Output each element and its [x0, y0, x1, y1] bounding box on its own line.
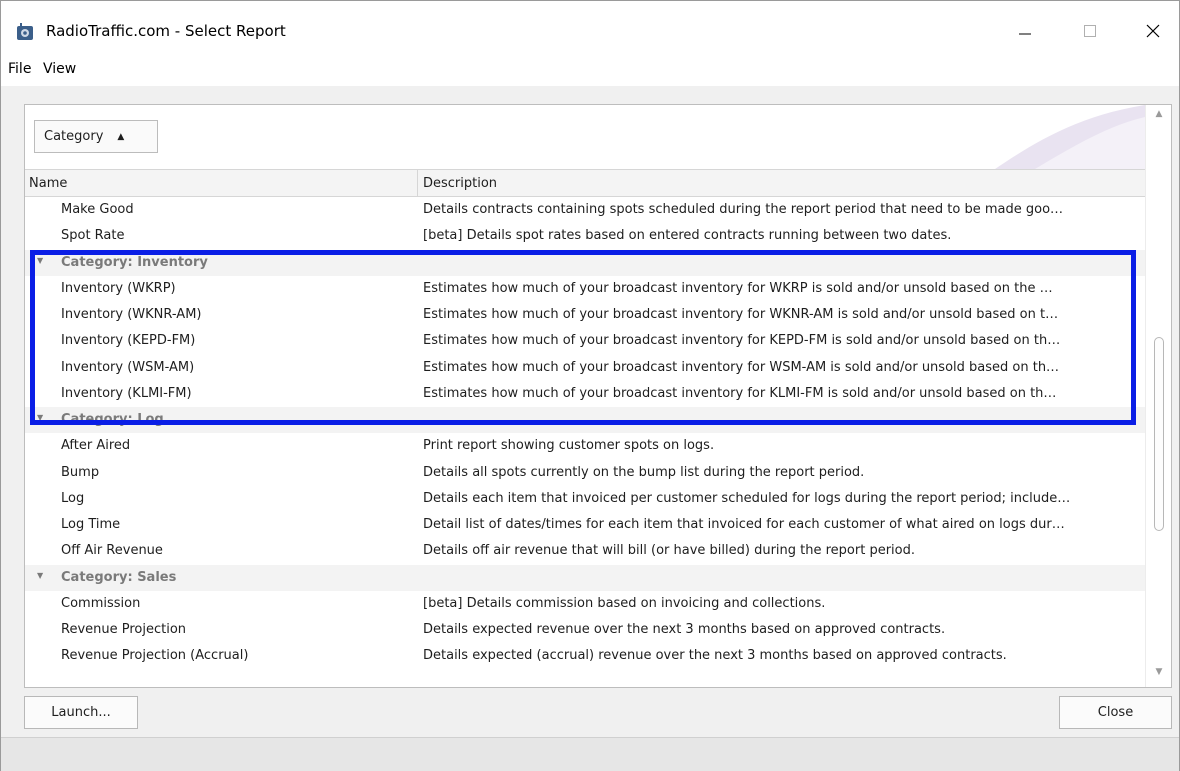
row-name: Revenue Projection [61, 622, 187, 637]
table-row[interactable]: Spot Rate [beta] Details spot rates base… [25, 223, 1145, 249]
maximize-icon [1084, 25, 1096, 37]
row-name: Spot Rate [61, 228, 125, 244]
group-by-panel: Category ▲ [25, 105, 1145, 169]
row-description: Estimates how much of your broadcast inv… [423, 359, 1060, 375]
group-row-sales[interactable]: ▼ Category: Sales [25, 564, 1145, 591]
launch-button[interactable]: Launch... [24, 696, 138, 729]
close-button[interactable]: Close [1059, 696, 1172, 729]
row-name: After Aired [61, 438, 131, 454]
row-description: Estimates how much of your broadcast inv… [423, 280, 1053, 296]
window-title: RadioTraffic.com - Select Report [46, 22, 286, 40]
report-grid: Category ▲ Name Description Make Good De… [24, 104, 1172, 688]
category-group-chip[interactable]: Category ▲ [34, 120, 158, 153]
row-name: Inventory (WSM-AM) [61, 359, 195, 375]
row-description: Details expected revenue over the next 3… [423, 622, 946, 637]
group-row-inventory[interactable]: ▼ Category: Inventory [25, 249, 1145, 276]
grid-rows: Make Good Details contracts containing s… [25, 197, 1145, 670]
row-description: Details contracts containing spots sched… [423, 202, 1064, 217]
column-name-header[interactable]: Name [29, 176, 67, 191]
row-description: Details each item that invoiced per cust… [423, 490, 1071, 506]
table-row[interactable]: Inventory (WKRP) Estimates how much of y… [25, 276, 1145, 302]
decorative-swoosh [995, 105, 1145, 169]
table-row[interactable]: Commission [beta] Details commission bas… [25, 591, 1145, 617]
title-bar: RadioTraffic.com - Select Report [0, 0, 1180, 56]
table-row[interactable]: Revenue Projection Details expected reve… [25, 617, 1145, 643]
collapse-chevron-icon[interactable]: ▼ [37, 571, 43, 580]
table-row[interactable]: Bump Details all spots currently on the … [25, 460, 1145, 486]
column-header: Name Description [25, 169, 1145, 197]
row-name: Revenue Projection (Accrual) [61, 648, 249, 664]
scroll-down-icon[interactable]: ▼ [1146, 667, 1171, 683]
maximize-button[interactable] [1062, 9, 1118, 53]
close-window-button[interactable] [1125, 9, 1180, 53]
row-description: Details off air revenue that will bill (… [423, 543, 916, 559]
minimize-icon [1019, 33, 1031, 35]
status-bar [1, 737, 1179, 771]
row-description: Print report showing customer spots on l… [423, 438, 715, 454]
row-description: Estimates how much of your broadcast inv… [423, 333, 1061, 349]
row-description: [beta] Details spot rates based on enter… [423, 228, 952, 244]
menu-file[interactable]: File [8, 61, 31, 77]
table-row[interactable]: Inventory (WSM-AM) Estimates how much of… [25, 355, 1145, 381]
table-row[interactable]: Inventory (WKNR-AM) Estimates how much o… [25, 302, 1145, 328]
menu-view[interactable]: View [43, 61, 76, 77]
close-icon [1146, 24, 1160, 38]
row-description: Details all spots currently on the bump … [423, 464, 865, 480]
table-row[interactable]: Make Good Details contracts containing s… [25, 197, 1145, 223]
table-row[interactable]: Revenue Projection (Accrual) Details exp… [25, 643, 1145, 669]
row-description: Detail list of dates/times for each item… [423, 517, 1065, 532]
group-label: Category: Log [61, 412, 164, 427]
collapse-chevron-icon[interactable]: ▼ [37, 256, 43, 265]
table-row[interactable]: Off Air Revenue Details off air revenue … [25, 538, 1145, 564]
group-row-log[interactable]: ▼ Category: Log [25, 407, 1145, 434]
table-row[interactable]: Inventory (KLMI-FM) Estimates how much o… [25, 381, 1145, 407]
table-row[interactable]: After Aired Print report showing custome… [25, 433, 1145, 459]
row-name: Log [61, 490, 85, 506]
group-label: Category: Sales [61, 569, 177, 585]
row-name: Log Time [61, 517, 121, 532]
row-name: Bump [61, 464, 100, 480]
scroll-up-icon[interactable]: ▲ [1146, 109, 1171, 125]
row-description: Estimates how much of your broadcast inv… [423, 385, 1057, 401]
radio-tower-icon [17, 23, 33, 40]
table-row[interactable]: Log Details each item that invoiced per … [25, 486, 1145, 512]
row-name: Off Air Revenue [61, 543, 163, 559]
column-separator[interactable] [417, 170, 418, 197]
scroll-thumb[interactable] [1154, 337, 1164, 531]
row-name: Inventory (KLMI-FM) [61, 385, 192, 401]
sort-ascending-icon: ▲ [117, 131, 125, 142]
group-label: Category: Inventory [61, 254, 208, 270]
row-name: Inventory (WKRP) [61, 280, 176, 296]
menu-bar: File View [0, 56, 1180, 86]
row-name: Inventory (WKNR-AM) [61, 307, 202, 322]
row-description: Details expected (accrual) revenue over … [423, 648, 1007, 664]
row-description: Estimates how much of your broadcast inv… [423, 307, 1059, 322]
table-row[interactable]: Log Time Detail list of dates/times for … [25, 512, 1145, 538]
row-name: Inventory (KEPD-FM) [61, 333, 196, 349]
category-chip-label: Category [44, 129, 104, 144]
column-description-header[interactable]: Description [423, 176, 497, 191]
table-row[interactable]: Inventory (KEPD-FM) Estimates how much o… [25, 328, 1145, 354]
row-name: Commission [61, 595, 141, 611]
collapse-chevron-icon[interactable]: ▼ [37, 413, 43, 422]
minimize-button[interactable] [997, 9, 1053, 53]
vertical-scrollbar[interactable]: ▲ ▼ [1145, 105, 1171, 687]
row-name: Make Good [61, 202, 134, 217]
row-description: [beta] Details commission based on invoi… [423, 595, 826, 611]
